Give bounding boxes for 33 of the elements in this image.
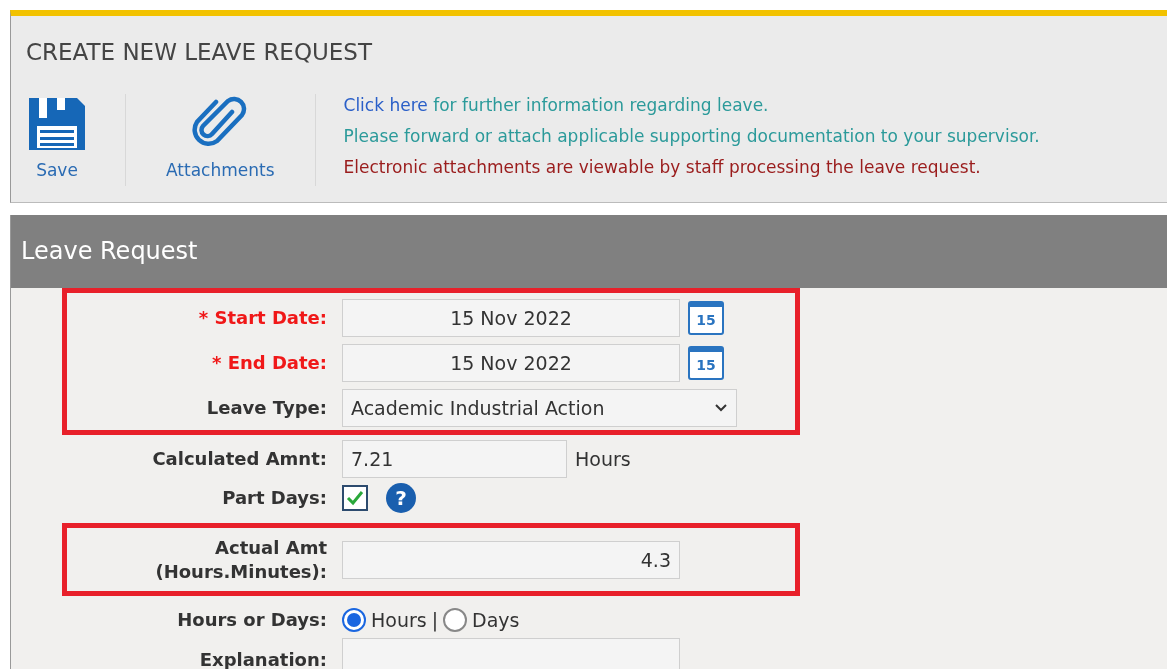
radio-button[interactable] (443, 607, 468, 632)
field-label: Calculated Amnt: (151, 447, 327, 471)
field-label: Actual Amt (Hours.Minutes): (154, 535, 327, 584)
checkbox[interactable] (342, 485, 368, 511)
date-field[interactable]: 15 Nov 2022 (342, 343, 680, 382)
help-button[interactable]: ? (386, 483, 416, 513)
chevron-icon (714, 402, 728, 413)
amount-field[interactable]: 4.3 (342, 540, 680, 579)
field-label: * Start Date: (197, 305, 327, 330)
date-field[interactable]: 15 Nov 2022 (342, 298, 680, 337)
field-label: Explanation: (198, 648, 327, 669)
radio-option[interactable]: Hours (342, 607, 427, 632)
field-label: Leave Type: (205, 395, 327, 420)
field-label: * End Date: (210, 350, 327, 375)
checkmark-icon (346, 490, 364, 506)
field-label: Hours or Days: (176, 607, 327, 632)
field-label: Part Days: (221, 486, 327, 510)
info-notice: Please forward or attach applicable supporting documentation to your supervisor. (343, 125, 1040, 148)
panel-header: Leave Request (11, 215, 1167, 288)
page-title: CREATE NEW LEAVE REQUEST (25, 38, 374, 67)
calendar-button[interactable]: 15 (688, 345, 724, 380)
leave-type-dropdown[interactable]: Academic Industrial Action (342, 388, 737, 427)
save-button[interactable]: Save (17, 94, 97, 180)
radio-option[interactable]: Days (443, 607, 520, 632)
radio-button[interactable] (342, 607, 366, 632)
warning-notice: Electronic attachments are viewable by staff processing the leave request. (343, 156, 982, 179)
attachments-button[interactable]: Attachments (154, 94, 287, 180)
calendar-button[interactable]: 15 (688, 300, 724, 335)
separator-text: | (431, 608, 439, 631)
unit-label: Hours (575, 448, 631, 470)
info-link[interactable]: Click here (343, 95, 428, 115)
info-notice: Click here for further information regarding leave. (343, 94, 770, 117)
amount-field[interactable]: 7.21 (342, 440, 567, 478)
